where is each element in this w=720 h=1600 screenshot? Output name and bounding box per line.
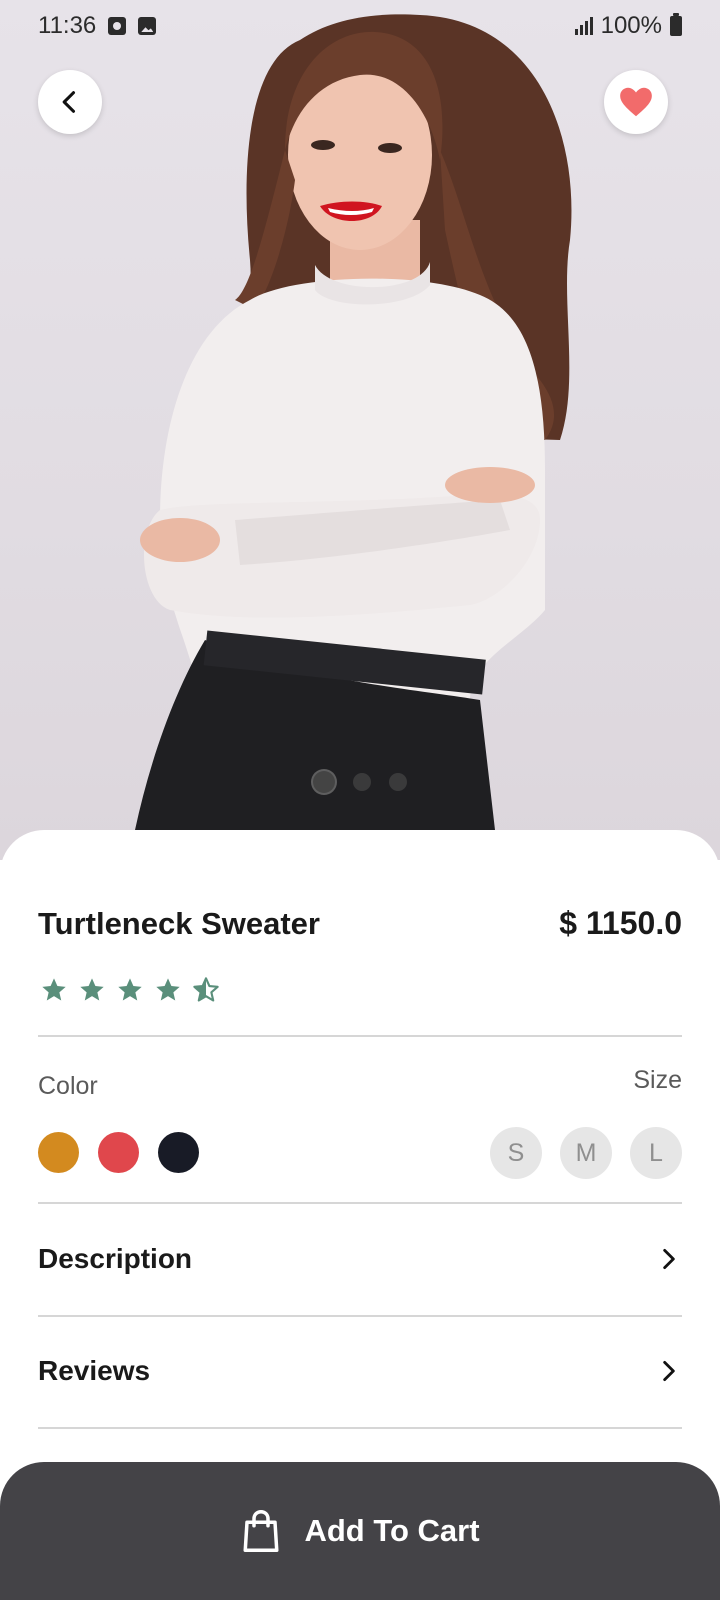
size-option-m[interactable]: M [560, 1127, 612, 1179]
chevron-right-icon [663, 1360, 675, 1382]
heart-icon [620, 87, 652, 117]
divider [38, 1035, 682, 1037]
carousel-dot[interactable] [353, 773, 371, 791]
description-row[interactable]: Description [38, 1229, 682, 1289]
chevron-right-icon [663, 1248, 675, 1270]
add-to-cart-button[interactable]: Add To Cart [0, 1462, 720, 1600]
star-filled-icon [80, 978, 104, 1001]
size-options: S M L [490, 1127, 682, 1179]
signal-icon [574, 17, 593, 35]
add-to-cart-label: Add To Cart [304, 1513, 480, 1548]
product-price: $ 1150.0 [559, 905, 682, 941]
product-photo [135, 14, 572, 830]
title-row: Turtleneck Sweater $ 1150.0 [38, 905, 682, 942]
product-image-carousel[interactable]: 11:36 100% [0, 0, 720, 860]
divider [38, 1427, 682, 1429]
description-label: Description [38, 1243, 193, 1274]
carousel-dot[interactable] [313, 771, 335, 793]
carousel-indicator [0, 771, 720, 793]
chevron-left-icon [62, 91, 76, 113]
size-option-l[interactable]: L [630, 1127, 682, 1179]
favorite-button[interactable] [604, 70, 668, 134]
notification-icon [108, 17, 127, 35]
color-swatch-orange[interactable] [38, 1132, 79, 1173]
color-label: Color [38, 1072, 98, 1100]
star-filled-icon [156, 978, 180, 1001]
star-half-icon [193, 977, 219, 1002]
shopping-bag-icon [243, 1509, 279, 1552]
divider [38, 1315, 682, 1317]
back-button[interactable] [38, 70, 102, 134]
size-option-s[interactable]: S [490, 1127, 542, 1179]
battery-percent: 100% [600, 12, 662, 39]
carousel-dot[interactable] [389, 773, 407, 791]
gallery-icon [138, 17, 157, 35]
star-filled-icon [42, 978, 66, 1001]
status-time: 11:36 [38, 12, 97, 39]
color-swatches [38, 1132, 199, 1173]
reviews-label: Reviews [38, 1355, 151, 1386]
star-filled-icon [118, 978, 142, 1001]
reviews-row[interactable]: Reviews [38, 1341, 682, 1401]
battery-icon [670, 13, 682, 36]
rating-stars [40, 976, 220, 1004]
color-swatch-navy[interactable] [158, 1132, 199, 1173]
color-swatch-red[interactable] [98, 1132, 139, 1173]
product-name: Turtleneck Sweater [38, 905, 320, 941]
size-label: Size [633, 1066, 682, 1094]
status-bar: 11:36 100% [38, 10, 682, 42]
divider [38, 1202, 682, 1204]
